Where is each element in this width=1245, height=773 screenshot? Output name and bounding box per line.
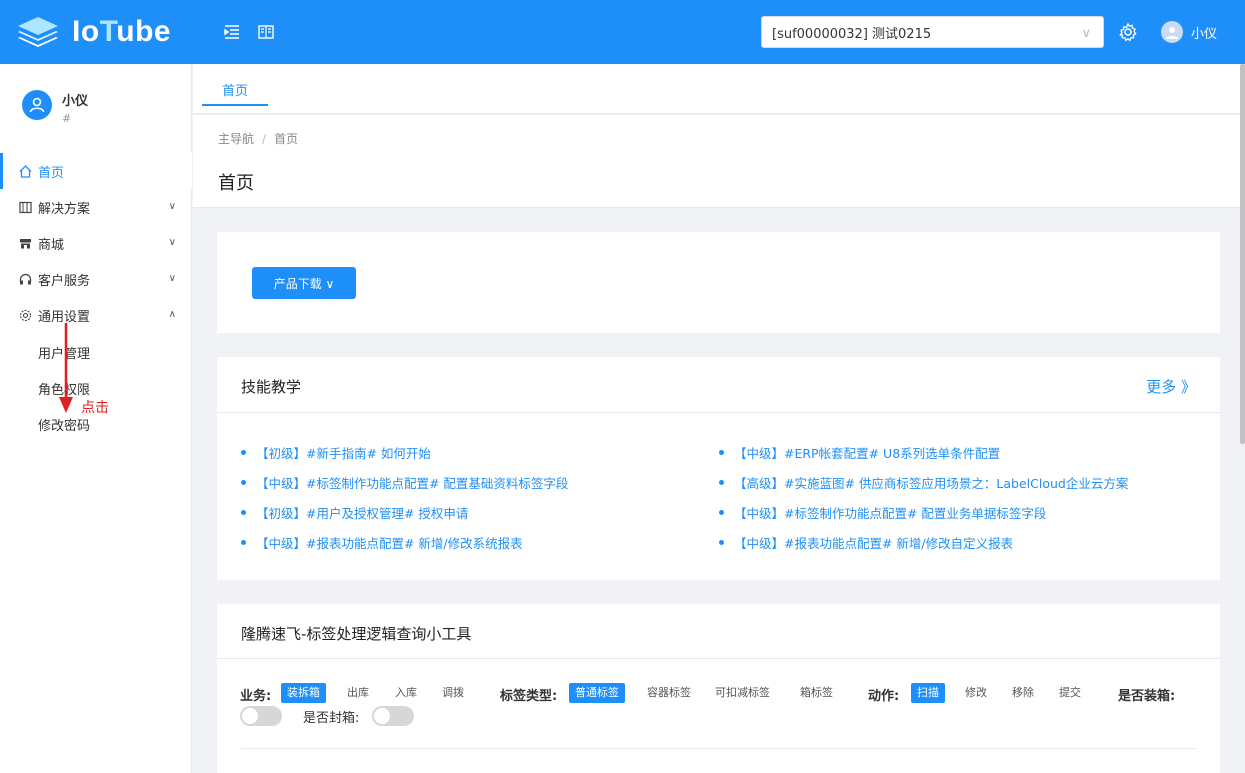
divider <box>217 412 1220 413</box>
user-name: 小仪 <box>1191 26 1218 42</box>
sidebar-subitem-change-password[interactable]: 修改密码 <box>38 415 90 434</box>
lesson-link[interactable]: 【初级】#用户及授权管理# 授权申请 <box>241 503 468 522</box>
breadcrumb: 主导航 / 首页 <box>218 130 298 147</box>
action-option[interactable]: 修改 <box>965 683 987 703</box>
chevron-up-icon: ∧ <box>168 309 176 320</box>
shop-icon <box>18 236 32 250</box>
divider <box>217 658 1220 659</box>
label-type-option[interactable]: 普通标签 <box>569 683 625 703</box>
tab-bar: 首页 <box>193 64 1245 114</box>
sidebar-profile: 小仪 # <box>22 90 88 125</box>
sidebar-item-solutions[interactable]: 解决方案 ∨ <box>0 189 192 225</box>
action-option[interactable]: 移除 <box>1012 683 1034 703</box>
sidebar-item-shop[interactable]: 商城 ∨ <box>0 225 192 261</box>
lesson-link[interactable]: 【中级】#报表功能点配置# 新增/修改系统报表 <box>241 533 523 552</box>
business-option[interactable]: 出库 <box>347 683 369 703</box>
tenant-select[interactable]: [suf00000032] 测试0215 ∨ <box>761 16 1104 48</box>
lesson-link[interactable]: 【中级】#ERP帐套配置# U8系列选单条件配置 <box>719 443 1000 462</box>
business-option[interactable]: 调拨 <box>442 683 464 703</box>
action-option[interactable]: 提交 <box>1059 683 1081 703</box>
tenant-value: [suf00000032] 测试0215 <box>772 26 932 42</box>
sidebar: 小仪 # 首页 解决方案 ∨ 商城 ∨ 客户服务 ∨ 通用设置 ∧ 用户管理 角… <box>0 64 192 773</box>
download-card: 产品下载 ∨ <box>217 232 1220 333</box>
action-option[interactable]: 扫描 <box>911 683 945 703</box>
skills-card: 技能教学 更多 》 【初级】#新手指南# 如何开始 【中级】#标签制作功能点配置… <box>217 357 1220 580</box>
sidebar-item-label: 解决方案 <box>38 201 91 217</box>
tool-card: 隆腾速飞-标签处理逻辑查询小工具 业务: 装拆箱 出库 入库 调拨 标签类型: … <box>217 604 1220 773</box>
business-label: 业务: <box>240 689 272 704</box>
profile-sub: # <box>62 112 72 125</box>
lesson-link[interactable]: 【中级】#报表功能点配置# 新增/修改自定义报表 <box>719 533 1013 552</box>
boxed-label: 是否装箱: <box>1118 689 1176 704</box>
more-link[interactable]: 更多 》 <box>1146 376 1196 397</box>
lesson-link[interactable]: 【高级】#实施蓝图# 供应商标签应用场景之：LabelCloud企业云方案 <box>719 473 1128 492</box>
lesson-link[interactable]: 【初级】#新手指南# 如何开始 <box>241 443 431 462</box>
gear-icon <box>18 308 32 322</box>
sealed-label: 是否封箱: <box>303 711 360 726</box>
chevron-down-icon: ∨ <box>168 237 176 248</box>
page-scrollbar[interactable] <box>1240 64 1245 444</box>
sidebar-item-home[interactable]: 首页 <box>0 153 192 189</box>
sidebar-item-label: 通用设置 <box>38 309 91 325</box>
top-header: IoTube [suf00000032] 测试0215 ∨ 小仪 <box>0 0 1245 64</box>
business-option[interactable]: 入库 <box>395 683 417 703</box>
sidebar-item-general-settings[interactable]: 通用设置 ∧ <box>0 297 192 333</box>
tool-title: 隆腾速飞-标签处理逻辑查询小工具 <box>241 625 472 643</box>
sidebar-item-customer-service[interactable]: 客户服务 ∨ <box>0 261 192 297</box>
user-menu[interactable]: 小仪 <box>1161 21 1217 43</box>
business-option[interactable]: 装拆箱 <box>281 683 326 703</box>
chevron-down-icon: ∨ <box>1081 26 1091 41</box>
annotation-click-text: 点击 <box>81 400 109 416</box>
collapse-menu-icon[interactable] <box>222 22 242 42</box>
label-type-option[interactable]: 箱标签 <box>800 683 833 703</box>
tab-home[interactable]: 首页 <box>202 80 268 106</box>
settings-gear-icon[interactable] <box>1118 22 1138 42</box>
label-type-option[interactable]: 可扣减标签 <box>715 683 770 703</box>
sidebar-item-label: 客户服务 <box>38 273 91 289</box>
sealed-toggle[interactable] <box>372 706 414 726</box>
lesson-link[interactable]: 【中级】#标签制作功能点配置# 配置业务单据标签字段 <box>719 503 1046 522</box>
action-label: 动作: <box>868 689 900 704</box>
brand-name: IoTube <box>72 15 172 48</box>
sidebar-item-label: 首页 <box>38 165 65 181</box>
divider <box>241 748 1196 749</box>
user-avatar-icon <box>1161 21 1183 43</box>
breadcrumb-sep: / <box>262 132 267 146</box>
label-type-label: 标签类型: <box>500 689 558 704</box>
skills-title: 技能教学 <box>241 378 302 396</box>
chevron-down-icon: ∨ <box>168 201 176 212</box>
brand-logo[interactable]: IoTube <box>16 15 196 49</box>
breadcrumb-root[interactable]: 主导航 <box>218 132 254 146</box>
annotation-arrow-icon <box>59 323 73 413</box>
product-download-button[interactable]: 产品下载 ∨ <box>252 267 356 299</box>
home-icon <box>18 164 32 178</box>
boxed-toggle[interactable] <box>240 706 282 726</box>
label-type-option[interactable]: 容器标签 <box>647 683 691 703</box>
page-title: 首页 <box>218 173 254 194</box>
logo-layers-icon <box>18 17 58 47</box>
chevron-down-icon: ∨ <box>168 273 176 284</box>
lesson-link[interactable]: 【中级】#标签制作功能点配置# 配置基础资料标签字段 <box>241 473 568 492</box>
solution-icon <box>18 200 32 214</box>
breadcrumb-current: 首页 <box>274 132 299 146</box>
profile-avatar-icon <box>22 90 52 120</box>
sidebar-item-label: 商城 <box>38 237 65 253</box>
book-icon[interactable] <box>256 22 276 42</box>
page-header: 主导航 / 首页 首页 <box>193 115 1245 208</box>
headset-icon <box>18 272 32 286</box>
